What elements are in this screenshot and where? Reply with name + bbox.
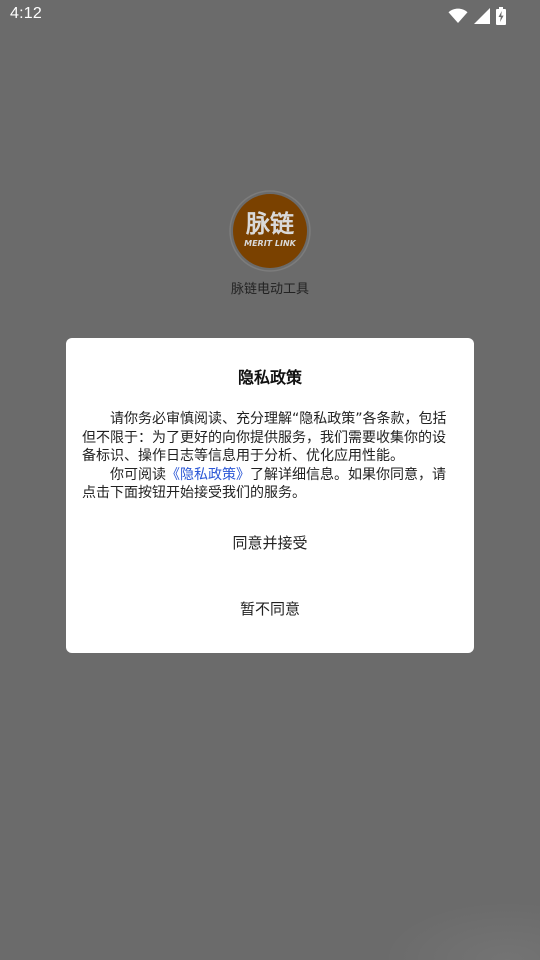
app-name: 脉链电动工具 [230,282,309,297]
agree-button[interactable]: 同意并接受 [66,532,474,553]
disagree-button[interactable]: 暂不同意 [66,598,474,619]
paragraph-2-prefix: 你可阅读 [110,466,166,483]
logo-text: 脉链 [245,210,295,238]
battery-charging-icon [496,7,506,25]
status-bar: 4:12 [0,0,540,32]
privacy-policy-link[interactable]: 《隐私政策》 [166,467,250,483]
logo-subtext: MERIT LINK [244,239,297,248]
dialog-title: 隐私政策 [237,368,302,387]
cell-signal-icon [474,8,490,24]
dialog-paragraph-1: 请你务必审慎阅读、充分理解“隐私政策”各条款，包括但不限于：为了更好的向你提供服… [82,411,447,464]
app-logo: 脉链 MERIT LINK [229,190,311,272]
gesture-hint [380,900,540,960]
dialog-body: 请你务必审慎阅读、充分理解“隐私政策”各条款，包括但不限于：为了更好的向你提供服… [82,410,458,503]
dialog-paragraph-2: 你可阅读《隐私政策》了解详细信息。如果你同意，请点击下面按钮开始接受我们的服务。 [82,466,458,503]
status-icons [448,6,506,26]
status-time: 4:12 [10,5,42,22]
wifi-icon [448,8,468,24]
